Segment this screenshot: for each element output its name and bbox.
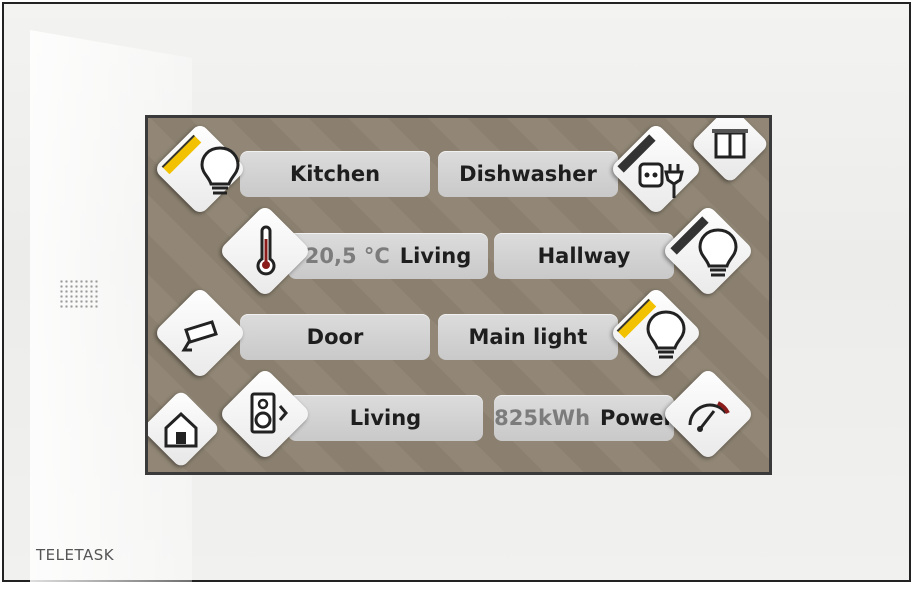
main-light-button[interactable]: Main light — [438, 314, 618, 360]
dishwasher-label: Dishwasher — [459, 162, 597, 186]
power-label: Power — [600, 406, 674, 430]
door-button[interactable]: Door — [240, 314, 430, 360]
power-button[interactable]: 825kWh Power — [494, 395, 674, 441]
gauge-icon — [678, 385, 738, 445]
dishwasher-button[interactable]: Dishwasher — [438, 151, 618, 197]
light-bulb-icon — [190, 140, 250, 200]
hallway-button[interactable]: Hallway — [494, 233, 674, 279]
living-audio-button[interactable]: Living — [288, 395, 483, 441]
brand-logo: TELETASK — [36, 546, 115, 564]
kitchen-label: Kitchen — [289, 162, 381, 186]
camera-icon — [170, 304, 230, 364]
speaker-icon — [236, 384, 296, 444]
window-icon — [704, 118, 756, 169]
living-audio-label: Living — [349, 406, 422, 430]
energy-value: 825kWh — [494, 406, 591, 430]
home-icon — [156, 404, 206, 454]
door-label: Door — [306, 325, 364, 349]
living-temperature-button[interactable]: 20,5 °C Living — [288, 233, 488, 279]
hallway-label: Hallway — [537, 244, 631, 268]
main-light-label: Main light — [468, 325, 588, 349]
touch-screen: Kitchen Dishwasher 20,5 °C Living Hallwa… — [145, 115, 772, 475]
kitchen-button[interactable]: Kitchen — [240, 151, 430, 197]
thermometer-icon — [236, 221, 296, 281]
temperature-value: 20,5 °C — [304, 244, 390, 268]
speaker-grille — [59, 279, 99, 309]
living-temp-label: Living — [399, 244, 472, 268]
